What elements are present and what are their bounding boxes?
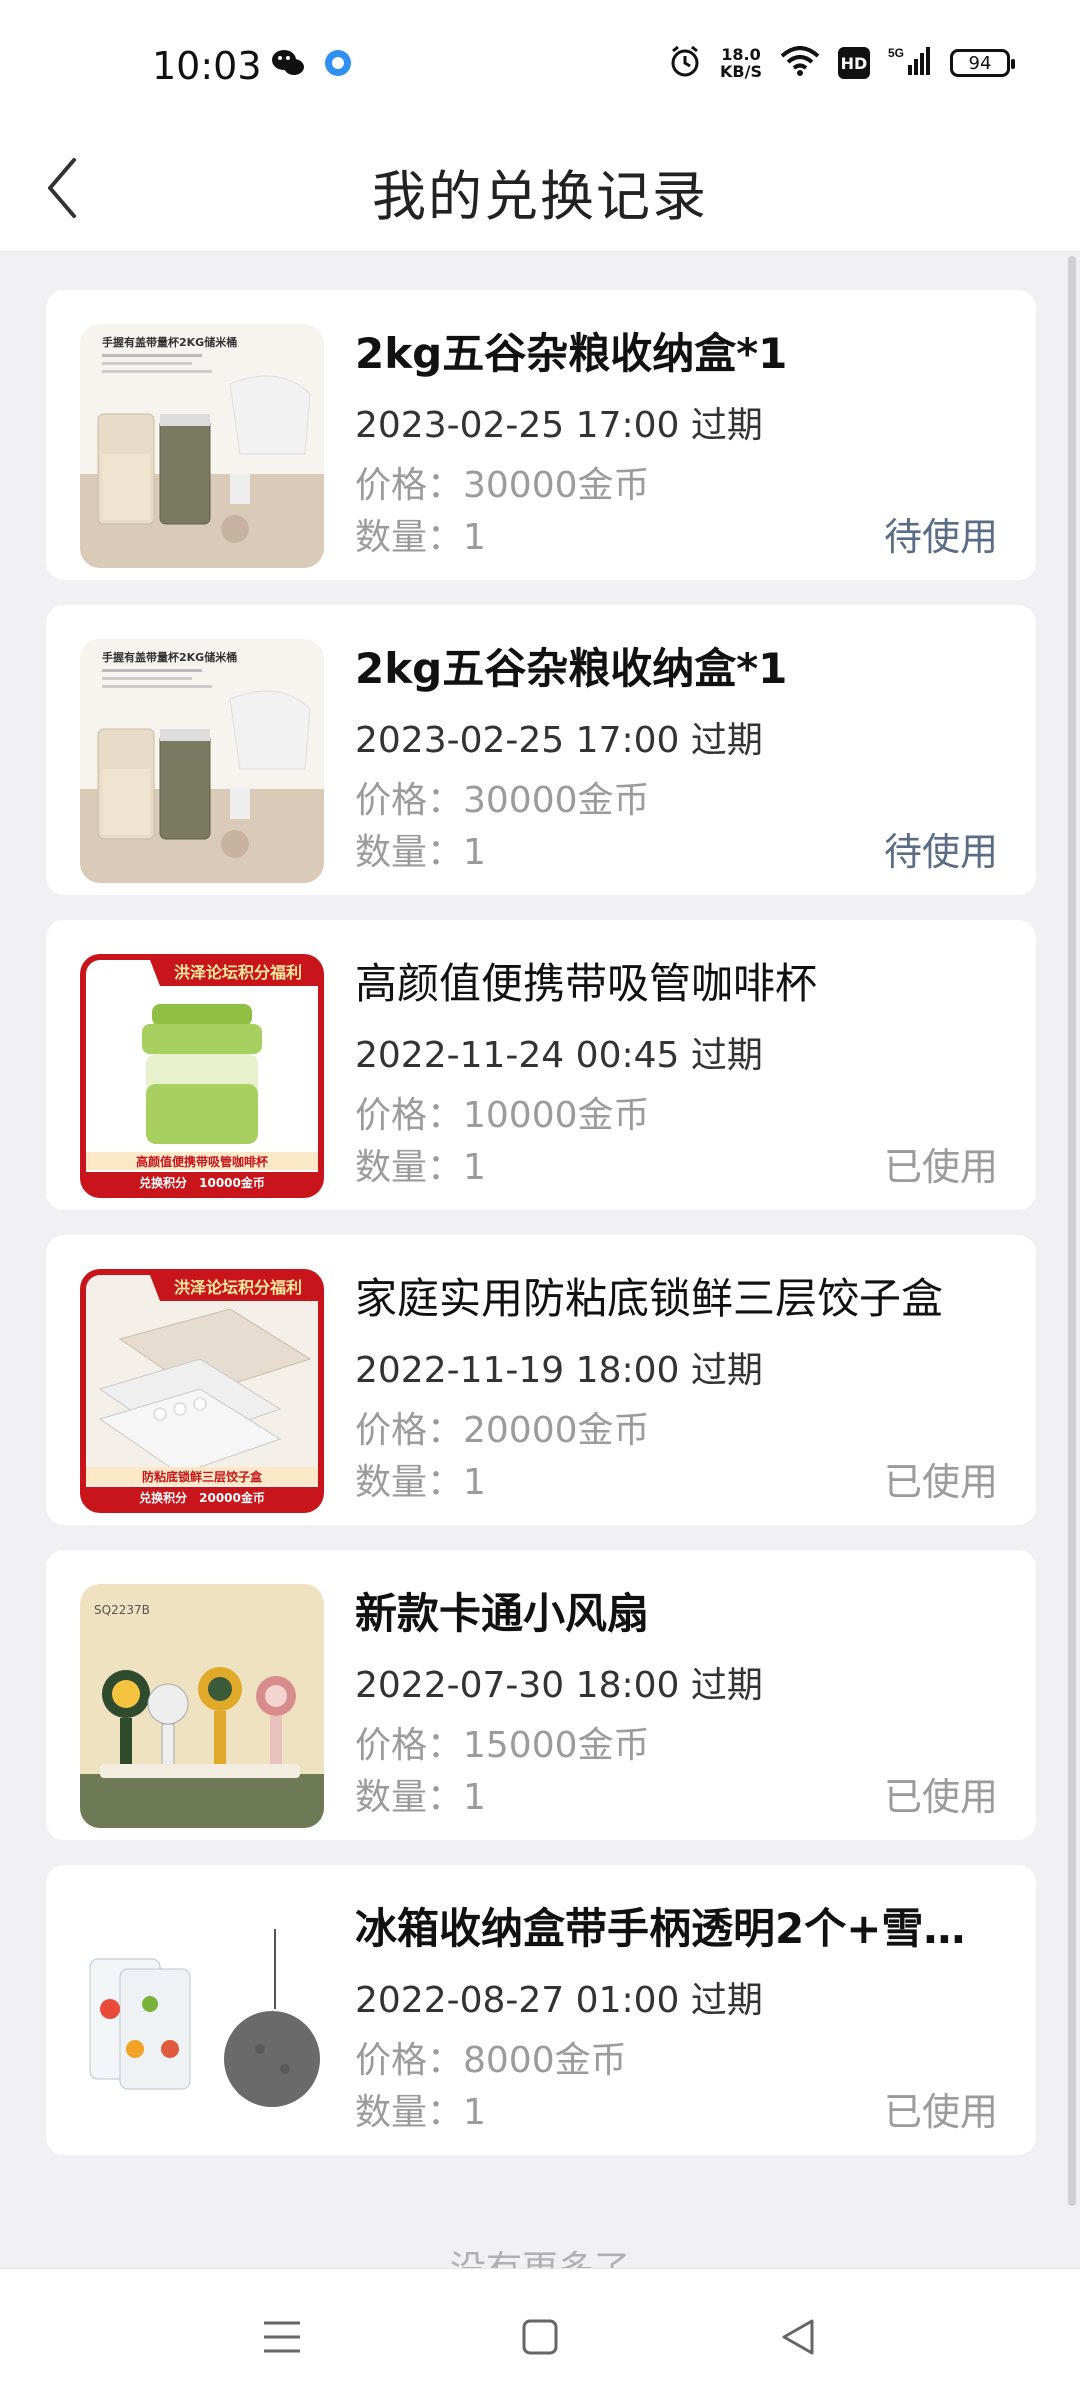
thumb-caption: 防粘底锁鲜三层饺子盒 xyxy=(142,1469,263,1484)
record-price: 价格：30000金币 xyxy=(355,465,650,506)
thumb-banner: 洪泽论坛积分福利 xyxy=(174,963,302,982)
status-bar: 10:03 18.0 KB/S HD 5G 94 xyxy=(0,0,1080,130)
svg-text:5G: 5G xyxy=(888,46,904,60)
menu-button[interactable] xyxy=(242,2297,322,2377)
record-quantity: 数量：1 xyxy=(355,1462,486,1503)
record-card[interactable]: 洪泽论坛积分福利 高颜值便携带吸管咖啡杯 兑换积分 10000金币 高颜值便携带… xyxy=(46,920,1036,1210)
record-expiry: 2022-08-27 01:00 过期 xyxy=(355,1980,763,2021)
menu-icon xyxy=(264,2321,300,2353)
record-title: 高颜值便携带吸管咖啡杯 xyxy=(355,959,818,1008)
record-card[interactable]: 手握有盖带量杯2KG储米桶 2kg五谷杂粮收纳盒*1 2023-02-25 17… xyxy=(46,290,1036,580)
app-header: 我的兑换记录 xyxy=(0,130,1080,252)
record-status: 已使用 xyxy=(883,2090,998,2134)
speed-value: 18.0 xyxy=(721,45,761,64)
back-triangle-icon xyxy=(782,2319,814,2355)
record-quantity: 数量：1 xyxy=(355,832,486,873)
product-image-coffee-cup: 洪泽论坛积分福利 高颜值便携带吸管咖啡杯 兑换积分 10000金币 xyxy=(80,954,324,1198)
record-price: 价格：15000金币 xyxy=(355,1725,650,1766)
record-expiry: 2023-02-25 17:00 过期 xyxy=(355,405,763,446)
record-price: 价格：8000金币 xyxy=(355,2040,627,2081)
thumb-caption: 手握有盖带量杯2KG储米桶 xyxy=(102,650,237,664)
record-expiry: 2022-11-19 18:00 过期 xyxy=(355,1350,763,1391)
record-status: 已使用 xyxy=(883,1145,998,1189)
record-title: 冰箱收纳盒带手柄透明2个+雪尼... xyxy=(355,1904,995,1953)
product-image-dumpling-box: 洪泽论坛积分福利 防粘底锁鲜三层饺子盒 兑换积分 20000金币 xyxy=(80,1269,324,1513)
thumb-banner: 洪泽论坛积分福利 xyxy=(174,1278,302,1297)
wechat-icon xyxy=(270,48,306,82)
record-status: 已使用 xyxy=(883,1460,998,1504)
thumb-footer: 兑换积分 20000金币 xyxy=(139,1490,265,1505)
network-speed: 18.0 KB/S xyxy=(720,46,762,80)
home-button[interactable] xyxy=(500,2297,580,2377)
record-quantity: 数量：1 xyxy=(355,2092,486,2133)
record-title: 2kg五谷杂粮收纳盒*1 xyxy=(355,329,788,378)
scrollbar[interactable] xyxy=(1068,256,1076,2206)
thumb-footer: 兑换积分 10000金币 xyxy=(139,1175,265,1190)
record-status: 已使用 xyxy=(883,1775,998,1819)
system-nav-bar xyxy=(0,2268,1080,2400)
record-card[interactable]: SQ2237B 新款卡通小风扇 2022-07-30 18:00 过期 价格：1… xyxy=(46,1550,1036,1840)
hd-badge: HD xyxy=(838,47,870,79)
record-quantity: 数量：1 xyxy=(355,517,486,558)
record-price: 价格：10000金币 xyxy=(355,1095,650,1136)
thumb-caption: 手握有盖带量杯2KG储米桶 xyxy=(102,335,237,349)
record-quantity: 数量：1 xyxy=(355,1777,486,1818)
status-time: 10:03 xyxy=(152,44,262,88)
wifi-icon xyxy=(780,46,820,80)
battery-indicator: 94 xyxy=(950,49,1015,77)
thumb-caption: 高颜值便携带吸管咖啡杯 xyxy=(136,1154,269,1169)
record-card[interactable]: 洪泽论坛积分福利 防粘底锁鲜三层饺子盒 兑换积分 20000金币 家庭实用防粘底… xyxy=(46,1235,1036,1525)
record-quantity: 数量：1 xyxy=(355,1147,486,1188)
record-expiry: 2023-02-25 17:00 过期 xyxy=(355,720,763,761)
back-nav-button[interactable] xyxy=(758,2297,838,2377)
product-image-rice-bucket: 手握有盖带量杯2KG储米桶 xyxy=(80,639,324,883)
alarm-icon xyxy=(668,44,702,82)
signal-5g-icon: 5G xyxy=(888,45,932,81)
record-expiry: 2022-11-24 00:45 过期 xyxy=(355,1035,763,1076)
record-title: 家庭实用防粘底锁鲜三层饺子盒 xyxy=(355,1274,944,1323)
page-title: 我的兑换记录 xyxy=(372,165,708,228)
home-square-icon xyxy=(522,2319,558,2355)
app-notification-icon xyxy=(324,49,352,81)
record-expiry: 2022-07-30 18:00 过期 xyxy=(355,1665,763,1706)
record-status[interactable]: 待使用 xyxy=(884,821,998,876)
thumb-caption: SQ2237B xyxy=(94,1603,150,1617)
record-status[interactable]: 待使用 xyxy=(884,506,998,561)
record-title: 新款卡通小风扇 xyxy=(355,1589,650,1638)
record-card[interactable]: 冰箱收纳盒带手柄透明2个+雪尼... 2022-08-27 01:00 过期 价… xyxy=(46,1865,1036,2155)
product-image-cartoon-fan: SQ2237B xyxy=(80,1584,324,1828)
product-image-rice-bucket: 手握有盖带量杯2KG储米桶 xyxy=(80,324,324,568)
record-price: 价格：20000金币 xyxy=(355,1410,650,1451)
record-price: 价格：30000金币 xyxy=(355,780,650,821)
speed-unit: KB/S xyxy=(720,62,762,81)
product-image-fridge-box-towel xyxy=(80,1899,324,2143)
record-title: 2kg五谷杂粮收纳盒*1 xyxy=(355,644,788,693)
exchange-record-list: 手握有盖带量杯2KG储米桶 2kg五谷杂粮收纳盒*1 2023-02-25 17… xyxy=(46,290,1036,2180)
record-card[interactable]: 手握有盖带量杯2KG储米桶 2kg五谷杂粮收纳盒*1 2023-02-25 17… xyxy=(46,605,1036,895)
